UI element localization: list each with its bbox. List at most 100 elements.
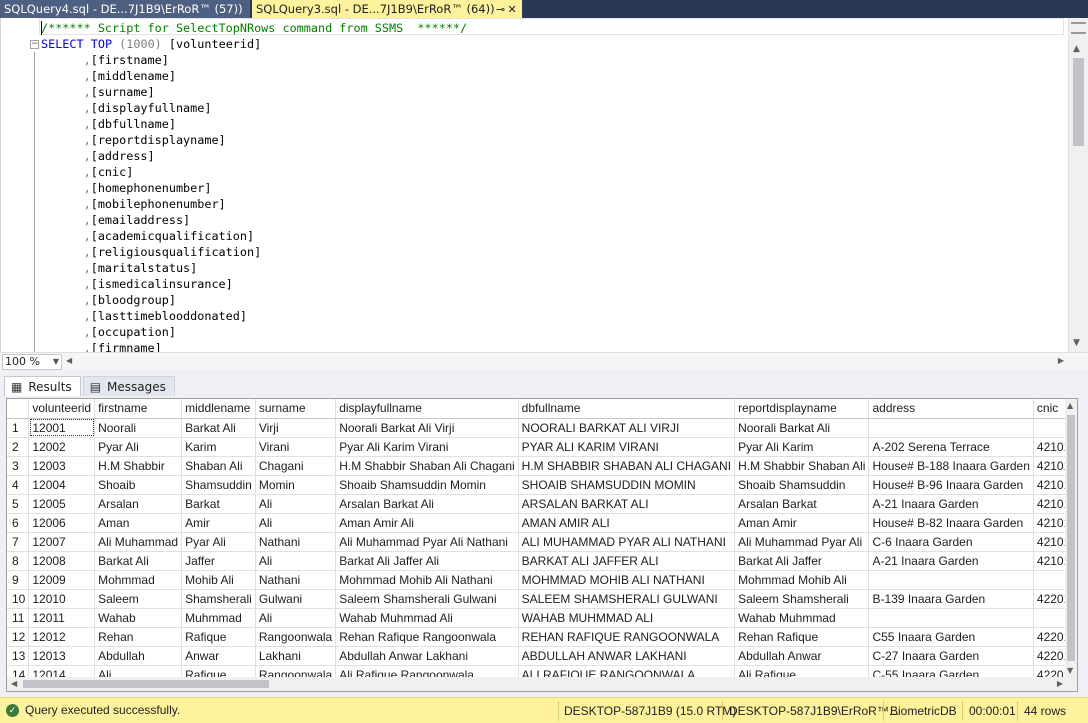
table-cell[interactable]: SALEEM SHAMSHERALI GULWANI [518, 589, 734, 608]
row-number-cell[interactable]: 12 [7, 627, 29, 646]
table-cell[interactable]: Rafique [182, 627, 256, 646]
table-cell[interactable]: Shoaib [95, 475, 182, 494]
column-header[interactable]: dbfullname [518, 399, 734, 418]
table-cell[interactable]: H.M Shabbir Shaban Ali [735, 456, 869, 475]
table-cell[interactable]: 12004 [29, 475, 95, 494]
table-row[interactable]: 412004ShoaibShamsuddinMominShoaib Shamsu… [7, 475, 1067, 494]
table-cell[interactable]: House# B-82 Inaara Garden [869, 513, 1033, 532]
row-number-cell[interactable]: 13 [7, 646, 29, 665]
table-cell[interactable]: Aman [95, 513, 182, 532]
row-number-cell[interactable]: 10 [7, 589, 29, 608]
table-row[interactable]: 1412014AliRafiqueRangoonwalaAli Rafique … [7, 665, 1067, 677]
grid-horizontal-scrollbar[interactable]: ◀ ▶ [7, 677, 1078, 691]
table-cell[interactable]: MOHMMAD MOHIB ALI NATHANI [518, 570, 734, 589]
table-cell[interactable]: 42201-99 [1033, 665, 1067, 677]
table-cell[interactable]: Lakhani [255, 646, 335, 665]
row-number-cell[interactable]: 11 [7, 608, 29, 627]
results-grid[interactable]: volunteeridfirstnamemiddlenamesurnamedis… [6, 398, 1078, 692]
table-cell[interactable]: Rehan Rafique Rangoonwala [336, 627, 518, 646]
scroll-left-icon[interactable]: ◀ [66, 356, 72, 365]
table-cell[interactable]: 42201-79 [1033, 627, 1067, 646]
table-cell[interactable]: Karim [182, 437, 256, 456]
column-header[interactable]: address [869, 399, 1033, 418]
column-header[interactable]: surname [255, 399, 335, 418]
row-number-header[interactable] [7, 399, 29, 418]
table-cell[interactable]: Abdullah Anwar Lakhani [336, 646, 518, 665]
row-number-cell[interactable]: 7 [7, 532, 29, 551]
table-row[interactable]: 312003H.M ShabbirShaban AliChaganiH.M Sh… [7, 456, 1067, 475]
table-cell[interactable]: 421011-6 [1033, 437, 1067, 456]
table-cell[interactable]: Muhmmad [182, 608, 256, 627]
table-cell[interactable]: Nathani [255, 570, 335, 589]
row-number-cell[interactable]: 9 [7, 570, 29, 589]
table-cell[interactable]: Arsalan [95, 494, 182, 513]
table-cell[interactable]: Nathani [255, 532, 335, 551]
tab-sqlquery3[interactable]: SQLQuery3.sql - DE...7J1B9\ErRoR™ (64)) … [252, 0, 522, 18]
table-cell[interactable]: Mohmmad Mohib Ali [735, 570, 869, 589]
table-cell[interactable]: 12007 [29, 532, 95, 551]
table-cell[interactable]: Ali [255, 494, 335, 513]
row-number-cell[interactable]: 2 [7, 437, 29, 456]
grid-scroll-thumb[interactable] [1067, 415, 1075, 661]
table-cell[interactable]: Noorali [95, 418, 182, 437]
table-cell[interactable]: C-55 Inaara Garden [869, 665, 1033, 677]
row-number-cell[interactable]: 3 [7, 456, 29, 475]
table-cell[interactable]: Chagani [255, 456, 335, 475]
table-cell[interactable]: Rafique [182, 665, 256, 677]
table-cell[interactable]: 42101-31 [1033, 532, 1067, 551]
table-cell[interactable]: Shoaib Shamsuddin [735, 475, 869, 494]
scroll-right-icon[interactable]: ▶ [1058, 356, 1064, 365]
table-row[interactable]: 1012010SaleemShamsheraliGulwaniSaleem Sh… [7, 589, 1067, 608]
column-header[interactable]: middlename [182, 399, 256, 418]
table-cell[interactable]: Noorali Barkat Ali Virji [336, 418, 518, 437]
column-header[interactable]: displayfullname [336, 399, 518, 418]
table-cell[interactable]: Barkat Ali Jaffer Ali [336, 551, 518, 570]
table-cell[interactable]: 12008 [29, 551, 95, 570]
table-cell[interactable]: BARKAT ALI JAFFER ALI [518, 551, 734, 570]
column-header[interactable]: volunteerid [29, 399, 95, 418]
table-cell[interactable]: 42101-90 [1033, 513, 1067, 532]
table-cell[interactable] [869, 608, 1033, 627]
table-cell[interactable]: Arsalan Barkat Ali [336, 494, 518, 513]
grid-hscroll-thumb[interactable] [23, 680, 269, 688]
table-cell[interactable]: H.M Shabbir [95, 456, 182, 475]
table-cell[interactable] [1033, 570, 1067, 589]
table-cell[interactable]: H.M Shabbir Shaban Ali Chagani [336, 456, 518, 475]
table-cell[interactable]: Abdullah [95, 646, 182, 665]
column-header[interactable]: cnic [1033, 399, 1067, 418]
table-cell[interactable]: Barkat [182, 494, 256, 513]
row-number-cell[interactable]: 14 [7, 665, 29, 677]
table-cell[interactable]: ABDULLAH ANWAR LAKHANI [518, 646, 734, 665]
table-cell[interactable]: Ali Rafique Rangoonwala [336, 665, 518, 677]
scroll-down-icon[interactable]: ▼ [1067, 666, 1073, 675]
table-cell[interactable]: Pyar Ali Karim [735, 437, 869, 456]
table-row[interactable]: 1112011WahabMuhmmadAliWahab Muhmmad AliW… [7, 608, 1067, 627]
table-cell[interactable]: Ali [255, 608, 335, 627]
table-cell[interactable]: Ali Rafique [735, 665, 869, 677]
scroll-up-icon[interactable]: ▲ [1067, 401, 1073, 410]
table-cell[interactable] [869, 418, 1033, 437]
table-cell[interactable]: SHOAIB SHAMSUDDIN MOMIN [518, 475, 734, 494]
table-cell[interactable]: 12010 [29, 589, 95, 608]
column-header[interactable]: reportdisplayname [735, 399, 869, 418]
column-header[interactable]: firstname [95, 399, 182, 418]
tab-sqlquery4[interactable]: SQLQuery4.sql - DE...7J1B9\ErRoR™ (57)) [0, 0, 250, 18]
table-cell[interactable]: Shoaib Shamsuddin Momin [336, 475, 518, 494]
table-row[interactable]: 112001NooraliBarkat AliVirjiNoorali Bark… [7, 418, 1067, 437]
table-cell[interactable]: A-202 Serena Terrace [869, 437, 1033, 456]
table-cell[interactable]: 12002 [29, 437, 95, 456]
table-row[interactable]: 712007Ali MuhammadPyar AliNathaniAli Muh… [7, 532, 1067, 551]
table-cell[interactable]: Ali Muhammad Pyar Ali Nathani [336, 532, 518, 551]
table-row[interactable]: 912009MohmmadMohib AliNathaniMohmmad Moh… [7, 570, 1067, 589]
table-cell[interactable] [869, 570, 1033, 589]
scroll-left-icon[interactable]: ◀ [11, 679, 17, 688]
table-cell[interactable]: Barkat Ali [95, 551, 182, 570]
table-cell[interactable]: Rangoonwala [255, 627, 335, 646]
table-cell[interactable]: Saleem Shamsherali Gulwani [336, 589, 518, 608]
table-cell[interactable]: Wahab Muhmmad Ali [336, 608, 518, 627]
table-cell[interactable]: Wahab [95, 608, 182, 627]
close-icon[interactable]: ✕ [506, 3, 518, 16]
table-cell[interactable]: WAHAB MUHMMAD ALI [518, 608, 734, 627]
table-row[interactable]: 1212012RehanRafiqueRangoonwalaRehan Rafi… [7, 627, 1067, 646]
table-cell[interactable]: C-27 Inaara Garden [869, 646, 1033, 665]
